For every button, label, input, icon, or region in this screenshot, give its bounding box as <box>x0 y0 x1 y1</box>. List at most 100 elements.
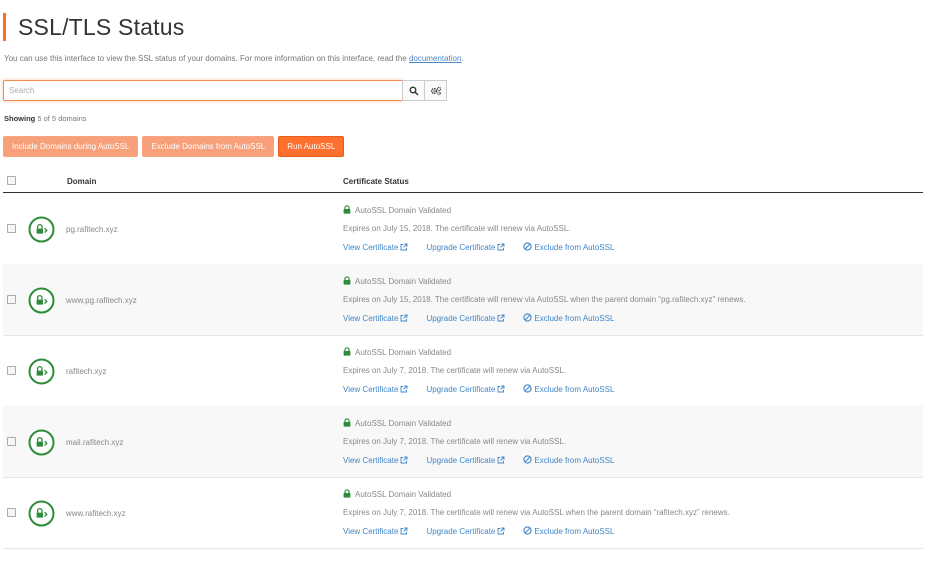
autossl-actions: Include Domains during AutoSSL Exclude D… <box>3 136 345 157</box>
domain-column-header[interactable]: Domain <box>67 177 96 186</box>
view-certificate-link[interactable]: View Certificate <box>343 455 408 466</box>
view-certificate-label: View Certificate <box>343 243 399 252</box>
run-autossl-button[interactable]: Run AutoSSL <box>278 136 345 157</box>
page-title: SSL/TLS Status <box>18 13 185 40</box>
row-actions: View Certificate Upgrade Certificate Exclu… <box>343 242 632 253</box>
validation-status-text: AutoSSL Domain Validated <box>355 277 452 286</box>
upgrade-certificate-label: Upgrade Certificate <box>426 385 496 394</box>
lock-icon <box>343 418 351 429</box>
external-link-icon <box>495 527 505 537</box>
include-domains-button[interactable]: Include Domains during AutoSSL <box>3 136 139 157</box>
table-row: www.rafitech.xyz AutoSSL Domain Validated… <box>3 477 923 549</box>
validation-status-text: AutoSSL Domain Validated <box>355 490 452 499</box>
search-icon <box>409 86 419 96</box>
view-certificate-link[interactable]: View Certificate <box>343 313 408 324</box>
expiry-text: Expires on July 7, 2018. The certificate… <box>343 366 567 375</box>
status-column-header[interactable]: Certificate Status <box>343 177 409 186</box>
expiry-text: Expires on July 15, 2018. The certificat… <box>343 295 746 304</box>
row-checkbox[interactable] <box>7 295 16 304</box>
lock-icon <box>343 347 351 358</box>
domain-name: rafitech.xyz <box>66 367 107 376</box>
table-row: rafitech.xyz AutoSSL Domain Validated Expi… <box>3 335 923 407</box>
showing-text: 5 of 5 domains <box>37 114 87 123</box>
view-certificate-link[interactable]: View Certificate <box>343 526 408 537</box>
search-bar <box>3 80 447 101</box>
row-actions: View Certificate Upgrade Certificate Exclu… <box>343 455 632 466</box>
exclude-from-autossl-label: Exclude from AutoSSL <box>534 243 615 252</box>
row-checkbox[interactable] <box>7 508 16 517</box>
exclude-from-autossl-label: Exclude from AutoSSL <box>534 527 615 536</box>
validation-status-text: AutoSSL Domain Validated <box>355 206 452 215</box>
select-all-checkbox[interactable] <box>7 176 16 185</box>
documentation-link[interactable]: documentation <box>409 54 461 63</box>
exclude-from-autossl-link[interactable]: Exclude from AutoSSL <box>523 242 614 253</box>
validation-status: AutoSSL Domain Validated <box>343 418 451 429</box>
ban-icon <box>523 313 534 324</box>
ban-icon <box>523 526 534 537</box>
validated-badge-icon <box>28 358 55 390</box>
showing-count: Showing 5 of 5 domains <box>4 114 87 123</box>
domain-name: mail.rafitech.xyz <box>66 438 124 447</box>
exclude-from-autossl-link[interactable]: Exclude from AutoSSL <box>523 384 614 395</box>
upgrade-certificate-link[interactable]: Upgrade Certificate <box>426 455 505 466</box>
row-actions: View Certificate Upgrade Certificate Exclu… <box>343 313 632 324</box>
row-checkbox[interactable] <box>7 366 16 375</box>
validation-status: AutoSSL Domain Validated <box>343 347 451 358</box>
validated-badge-icon <box>28 216 55 248</box>
view-certificate-link[interactable]: View Certificate <box>343 242 408 253</box>
view-certificate-label: View Certificate <box>343 527 399 536</box>
table-header: Domain Certificate Status <box>3 172 923 193</box>
upgrade-certificate-link[interactable]: Upgrade Certificate <box>426 242 505 253</box>
external-link-icon <box>398 314 408 324</box>
table-row: mail.rafitech.xyz AutoSSL Domain Validate… <box>3 406 923 478</box>
upgrade-certificate-link[interactable]: Upgrade Certificate <box>426 526 505 537</box>
view-certificate-label: View Certificate <box>343 385 399 394</box>
exclude-domains-button[interactable]: Exclude Domains from AutoSSL <box>142 136 275 157</box>
expiry-text: Expires on July 7, 2018. The certificate… <box>343 437 567 446</box>
ssl-tls-status-page: SSL/TLS Status You can use this interfac… <box>0 0 929 562</box>
ban-icon <box>523 455 534 466</box>
upgrade-certificate-label: Upgrade Certificate <box>426 243 496 252</box>
view-certificate-label: View Certificate <box>343 456 399 465</box>
settings-icon <box>430 86 441 95</box>
upgrade-certificate-label: Upgrade Certificate <box>426 456 496 465</box>
table-row: pg.rafitech.xyz AutoSSL Domain Validated E… <box>3 193 923 265</box>
row-actions: View Certificate Upgrade Certificate Exclu… <box>343 526 632 537</box>
ban-icon <box>523 384 534 395</box>
ban-icon <box>523 242 534 253</box>
upgrade-certificate-link[interactable]: Upgrade Certificate <box>426 313 505 324</box>
upgrade-certificate-label: Upgrade Certificate <box>426 314 496 323</box>
external-link-icon <box>398 527 408 537</box>
search-settings-button[interactable] <box>424 80 447 101</box>
validated-badge-icon <box>28 429 55 461</box>
page-description: You can use this interface to view the S… <box>4 54 464 63</box>
domain-name: www.rafitech.xyz <box>66 509 126 518</box>
exclude-from-autossl-link[interactable]: Exclude from AutoSSL <box>523 455 614 466</box>
lock-icon <box>343 276 351 287</box>
row-checkbox[interactable] <box>7 437 16 446</box>
external-link-icon <box>398 243 408 253</box>
view-certificate-label: View Certificate <box>343 314 399 323</box>
validation-status-text: AutoSSL Domain Validated <box>355 419 452 428</box>
row-checkbox[interactable] <box>7 224 16 233</box>
validated-badge-icon <box>28 500 55 532</box>
page-header: SSL/TLS Status <box>3 13 184 41</box>
view-certificate-link[interactable]: View Certificate <box>343 384 408 395</box>
description-suffix: . <box>461 54 464 63</box>
validated-badge-icon <box>28 287 55 319</box>
search-input[interactable] <box>3 80 403 101</box>
exclude-from-autossl-label: Exclude from AutoSSL <box>534 314 615 323</box>
table-row: www.pg.rafitech.xyz AutoSSL Domain Valida… <box>3 264 923 336</box>
upgrade-certificate-link[interactable]: Upgrade Certificate <box>426 384 505 395</box>
title-accent-bar <box>3 13 6 41</box>
search-button[interactable] <box>402 80 425 101</box>
lock-icon <box>343 489 351 500</box>
external-link-icon <box>398 385 408 395</box>
external-link-icon <box>495 243 505 253</box>
validation-status: AutoSSL Domain Validated <box>343 489 451 500</box>
upgrade-certificate-label: Upgrade Certificate <box>426 527 496 536</box>
lock-icon <box>343 205 351 216</box>
exclude-from-autossl-link[interactable]: Exclude from AutoSSL <box>523 526 614 537</box>
validation-status-text: AutoSSL Domain Validated <box>355 348 452 357</box>
exclude-from-autossl-link[interactable]: Exclude from AutoSSL <box>523 313 614 324</box>
